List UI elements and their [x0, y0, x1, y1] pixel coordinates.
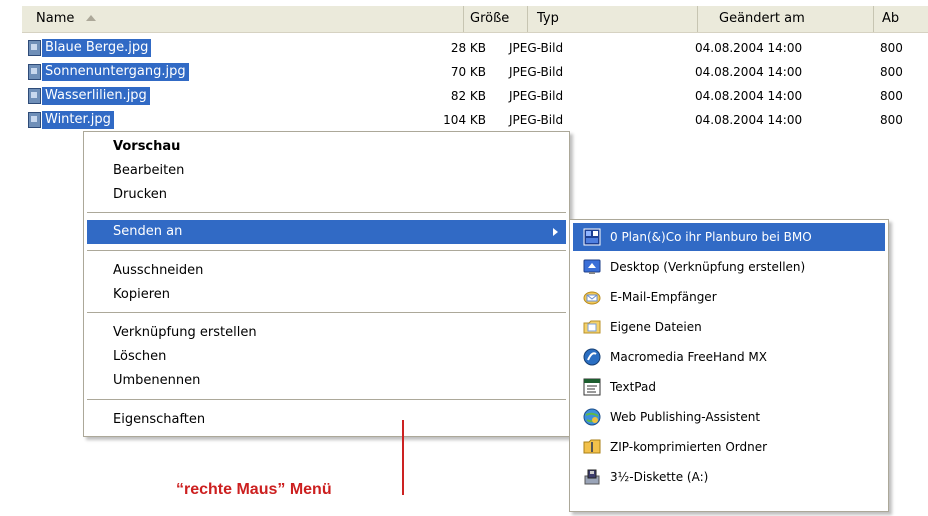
submenu-item-label: Eigene Dateien — [610, 320, 702, 334]
jpeg-file-icon — [28, 88, 41, 104]
file-row[interactable]: Sonnenuntergang.jpg 70 KB JPEG-Bild 04.0… — [22, 61, 928, 83]
file-type: JPEG-Bild — [509, 89, 564, 103]
submenu-item-desktop[interactable]: Desktop (Verknüpfung erstellen) — [573, 253, 885, 281]
menu-separator — [87, 399, 566, 400]
column-modified[interactable]: Geändert am — [697, 6, 871, 32]
file-row[interactable]: Winter.jpg 104 KB JPEG-Bild 04.08.2004 1… — [22, 109, 928, 131]
file-date: 04.08.2004 14:00 — [695, 113, 803, 127]
desktop-icon — [583, 259, 601, 274]
sort-ascending-icon — [86, 15, 96, 21]
mail-icon — [583, 291, 601, 305]
file-attr: 800 — [880, 89, 903, 103]
submenu-item-label: ZIP-komprimierten Ordner — [610, 440, 768, 454]
column-size[interactable]: Größe — [463, 6, 517, 32]
file-name[interactable]: Wasserlilien.jpg — [42, 87, 150, 105]
file-type: JPEG-Bild — [509, 65, 564, 79]
menu-item-send-to[interactable]: Senden an — [87, 220, 566, 244]
column-attributes-label: Ab — [882, 11, 900, 26]
submenu-item-label: Web Publishing-Assistent — [610, 410, 761, 424]
menu-item-create-shortcut[interactable]: Verknüpfung erstellen — [87, 321, 566, 345]
column-name-label: Name — [36, 11, 75, 26]
file-row[interactable]: Blaue Berge.jpg 28 KB JPEG-Bild 04.08.20… — [22, 37, 928, 59]
planco-app-icon — [583, 228, 601, 246]
context-menu: Vorschau Bearbeiten Drucken Senden an Au… — [83, 131, 570, 437]
menu-item-copy[interactable]: Kopieren — [87, 283, 566, 307]
menu-item-print[interactable]: Drucken — [87, 183, 566, 207]
submenu-item-zip-folder[interactable]: ZIP-komprimierten Ordner — [573, 433, 885, 461]
file-attr: 800 — [880, 65, 903, 79]
file-size: 82 KB — [450, 89, 486, 103]
floppy-drive-icon — [584, 469, 600, 485]
textpad-icon — [583, 378, 601, 396]
annotation-pointer-line — [402, 420, 404, 495]
send-to-submenu: 0 Plan(&)Co ihr Planburo bei BMO Desktop… — [569, 219, 889, 512]
file-date: 04.08.2004 14:00 — [695, 89, 803, 103]
menu-item-cut[interactable]: Ausschneiden — [87, 259, 566, 283]
my-documents-icon — [583, 320, 601, 334]
menu-item-preview[interactable]: Vorschau — [87, 135, 566, 159]
web-publishing-icon — [583, 408, 601, 426]
file-size: 28 KB — [450, 41, 486, 55]
jpeg-file-icon — [28, 40, 41, 56]
jpeg-file-icon — [28, 64, 41, 80]
menu-separator — [87, 212, 566, 213]
file-attr: 800 — [880, 113, 903, 127]
column-type[interactable]: Typ — [527, 6, 697, 32]
jpeg-file-icon — [28, 112, 41, 128]
file-size: 70 KB — [450, 65, 486, 79]
column-modified-label: Geändert am — [719, 11, 805, 26]
submenu-item-label: E-Mail-Empfänger — [610, 290, 717, 304]
file-name[interactable]: Winter.jpg — [42, 111, 114, 129]
column-header: Name Größe Typ Geändert am Ab — [22, 6, 928, 33]
file-type: JPEG-Bild — [509, 41, 564, 55]
menu-item-delete[interactable]: Löschen — [87, 345, 566, 369]
menu-item-properties[interactable]: Eigenschaften — [87, 408, 566, 432]
menu-separator — [87, 250, 566, 251]
column-size-label: Größe — [470, 11, 510, 26]
submenu-item-label: Macromedia FreeHand MX — [610, 350, 767, 364]
column-type-label: Typ — [537, 11, 559, 26]
submenu-item-mail[interactable]: E-Mail-Empfänger — [573, 283, 885, 311]
menu-item-rename[interactable]: Umbenennen — [87, 369, 566, 393]
submenu-item-label: 3½-Diskette (A:) — [610, 470, 709, 484]
menu-separator — [87, 312, 566, 313]
column-attributes[interactable]: Ab — [873, 6, 928, 32]
submenu-item-floppy[interactable]: 3½-Diskette (A:) — [573, 463, 885, 491]
column-name[interactable]: Name — [36, 6, 396, 32]
menu-item-edit[interactable]: Bearbeiten — [87, 159, 566, 183]
submenu-arrow-icon — [553, 228, 558, 236]
submenu-item-my-documents[interactable]: Eigene Dateien — [573, 313, 885, 341]
file-size: 104 KB — [443, 113, 486, 127]
submenu-item-textpad[interactable]: TextPad — [573, 373, 885, 401]
file-row[interactable]: Wasserlilien.jpg 82 KB JPEG-Bild 04.08.2… — [22, 85, 928, 107]
annotation-label: “rechte Maus” Menü — [176, 481, 332, 498]
submenu-item-web-publishing[interactable]: Web Publishing-Assistent — [573, 403, 885, 431]
file-name[interactable]: Sonnenuntergang.jpg — [42, 63, 189, 81]
freehand-icon — [583, 348, 601, 366]
submenu-item-planco[interactable]: 0 Plan(&)Co ihr Planburo bei BMO — [573, 223, 885, 251]
submenu-item-freehand[interactable]: Macromedia FreeHand MX — [573, 343, 885, 371]
submenu-item-label: Desktop (Verknüpfung erstellen) — [610, 260, 806, 274]
file-date: 04.08.2004 14:00 — [695, 65, 803, 79]
file-type: JPEG-Bild — [509, 113, 564, 127]
submenu-item-label: TextPad — [610, 380, 656, 394]
submenu-item-label: 0 Plan(&)Co ihr Planburo bei BMO — [610, 230, 812, 244]
menu-item-send-to-label: Senden an — [113, 224, 183, 239]
zip-folder-icon — [583, 439, 601, 454]
file-attr: 800 — [880, 41, 903, 55]
file-date: 04.08.2004 14:00 — [695, 41, 803, 55]
file-name[interactable]: Blaue Berge.jpg — [42, 39, 152, 57]
